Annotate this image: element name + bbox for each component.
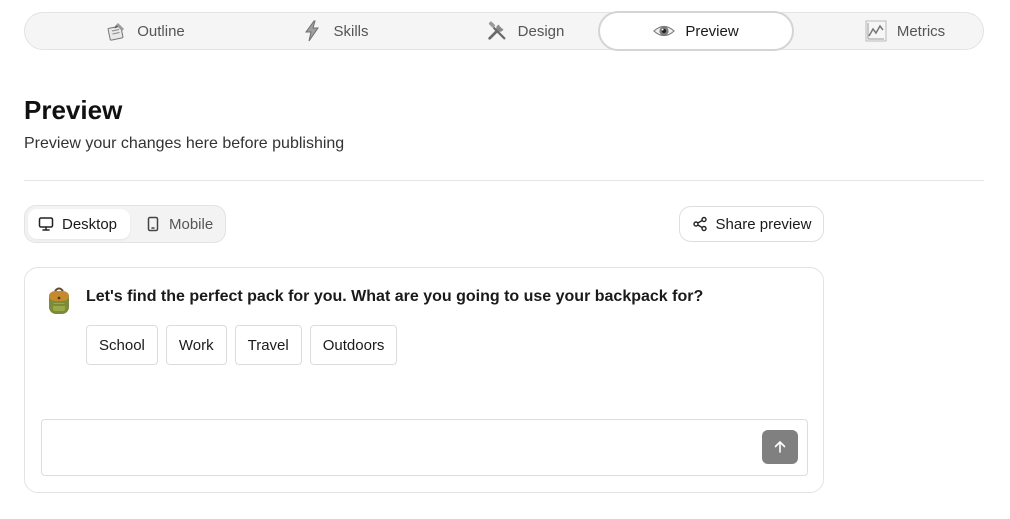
page-subtitle: Preview your changes here before publish… — [24, 135, 345, 152]
tab-skills-label: Skills — [333, 22, 369, 40]
tab-preview[interactable]: Preview — [598, 11, 794, 51]
tab-skills[interactable]: Skills — [255, 13, 415, 49]
desktop-toggle-button[interactable]: Desktop — [28, 209, 130, 239]
top-tab-bar: Outline Skills Design Preview Metrics — [24, 11, 985, 51]
share-preview-label: Share preview — [715, 215, 812, 233]
message-input[interactable] — [54, 420, 754, 475]
tab-design[interactable]: Design — [445, 13, 605, 49]
send-button[interactable] — [762, 430, 798, 464]
section-divider — [24, 180, 984, 181]
arrow-up-icon — [774, 441, 786, 453]
preview-page: Outline Skills Design Preview Metrics Pr… — [0, 0, 1010, 519]
lightning-icon — [305, 20, 320, 42]
eye-icon — [653, 25, 676, 37]
option-outdoors-button[interactable]: Outdoors — [309, 325, 398, 365]
tab-outline[interactable]: Outline — [65, 13, 225, 49]
option-travel-button[interactable]: Travel — [234, 325, 302, 365]
tab-preview-label: Preview — [685, 22, 739, 40]
monitor-icon — [38, 217, 54, 231]
chat-preview-card: Let's find the perfect pack for you. Wha… — [24, 267, 824, 493]
device-toggle: Desktop Mobile — [24, 205, 226, 243]
desktop-toggle-label: Desktop — [62, 215, 118, 233]
share-icon — [692, 216, 707, 232]
backpack-icon — [49, 287, 69, 314]
phone-icon — [147, 216, 159, 232]
chart-icon — [865, 20, 887, 42]
tab-metrics-label: Metrics — [896, 22, 946, 40]
tab-design-label: Design — [517, 22, 565, 40]
notepad-icon — [107, 23, 125, 41]
option-work-button[interactable]: Work — [165, 325, 227, 365]
message-composer — [41, 419, 808, 476]
tools-icon — [487, 21, 506, 40]
mobile-toggle-button[interactable]: Mobile — [135, 209, 225, 239]
mobile-toggle-label: Mobile — [169, 215, 214, 233]
tab-metrics[interactable]: Metrics — [825, 13, 985, 49]
assistant-question: Let's find the perfect pack for you. Wha… — [86, 288, 704, 305]
page-title: Preview — [24, 95, 123, 125]
tab-outline-label: Outline — [137, 22, 185, 40]
answer-options: School Work Travel Outdoors — [86, 325, 398, 365]
share-preview-button[interactable]: Share preview — [679, 206, 824, 242]
option-school-button[interactable]: School — [86, 325, 158, 365]
